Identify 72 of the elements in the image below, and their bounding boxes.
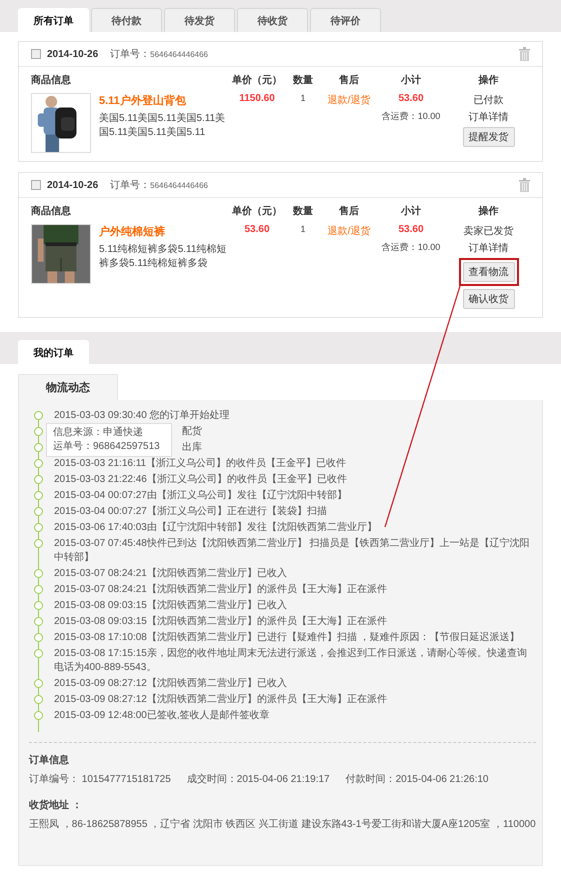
checkbox[interactable] — [31, 49, 41, 59]
column-header: 售后 — [338, 74, 360, 87]
product-description: 美国5.11美国5.11美国5.11美国5.11美国5.11美国5.11 — [99, 112, 226, 140]
page-tab[interactable]: 我的订单 — [18, 340, 89, 364]
order-status: 卖家已发货 — [464, 224, 514, 238]
tracking-event: 2015-03-04 00:07:27由【浙江义乌公司】发往【辽宁沈阳中转部】 — [54, 490, 347, 501]
order-tab[interactable]: 待收货 — [237, 8, 308, 32]
tracking-event: 2015-03-03 09:30:40 您的订单开始处理 — [54, 410, 230, 421]
column-header: 商品信息 — [31, 73, 72, 87]
column-header: 商品信息 — [31, 204, 72, 218]
tracking-event: 2015-03-07 07:45:48快件已到达【沈阳铁西第二营业厅】 扫描员是【铁西第二营业厅】上一站是【辽宁沈阳中转部】 — [54, 538, 530, 563]
order-tab[interactable]: 所有订单 — [18, 8, 89, 32]
shipping-fee: 含运费：10.00 — [382, 241, 440, 254]
section-title: 订单信息 — [29, 754, 70, 767]
order-detail-link[interactable]: 订单详情 — [468, 241, 508, 255]
tracking-event: 2015-03-08 09:03:15【沈阳铁西第二营业厅】的派件员【王大海】正在派件 — [54, 616, 387, 627]
column-header: 数量 — [292, 74, 314, 87]
column-header: 数量 — [292, 204, 314, 218]
tracking-event: 2015-03-07 08:24:21【沈阳铁西第二营业厅】的派件员【王大海】正在派件 — [54, 584, 387, 595]
unit-price: 53.60 — [243, 224, 271, 235]
waybill-number: 运单号：968642597513 — [53, 440, 161, 454]
tracking-event: 配货 — [182, 426, 202, 437]
order-status: 已付款 — [474, 94, 504, 107]
trash-icon[interactable] — [519, 178, 530, 192]
column-header: 售后 — [338, 204, 360, 218]
tracking-event: 出库 — [182, 442, 202, 453]
order-number: 5646464446466 — [150, 50, 208, 58]
quantity: 1 — [299, 224, 306, 234]
quantity: 1 — [299, 93, 306, 103]
tracking-event: 2015-03-08 17:10:08【沈阳铁西第二营业厅】已进行【疑难件】扫描 ，疑难件原因：【节假日延迟派送】 — [54, 632, 520, 643]
order-date: 2014-10-26 — [47, 48, 98, 60]
tracking-event: 2015-03-06 17:40:03由【辽宁沈阳中转部】发往【沈阳铁西第二营业厅】 — [54, 522, 377, 533]
column-header: 操作 — [477, 74, 500, 87]
tracking-event: 2015-03-09 08:27:12【沈阳铁西第二营业厅】已收入 — [54, 678, 287, 689]
subtotal: 53.60 — [398, 93, 424, 104]
tracking-event: 2015-03-08 17:15:15亲，因您的收件地址周末无法进行派送，会推迟到工作日派送，请耐心等候。快递查询电话为400-889-5543。 — [54, 648, 527, 673]
action-button[interactable]: 提醒发货 — [462, 127, 514, 147]
tracking-event: 2015-03-03 21:22:46【浙江义乌公司】的收件员【王金平】已收件 — [54, 474, 347, 485]
trash-icon[interactable] — [519, 47, 530, 61]
order-number: 5646464446466 — [150, 180, 208, 190]
tracking-event: 2015-03-03 21:16:11【浙江义乌公司】的收件员【王金平】已收件 — [54, 458, 346, 469]
column-header: 操作 — [477, 204, 500, 218]
order-info-field: 订单编号： 1015477715181725 — [29, 772, 171, 786]
column-header: 小计 — [400, 204, 422, 218]
order-detail-link[interactable]: 订单详情 — [468, 110, 508, 124]
tracking-event: 2015-03-08 09:03:15【沈阳铁西第二营业厅】已收入 — [54, 600, 287, 611]
logistics-tab[interactable]: 物流动态 — [18, 374, 118, 400]
action-button[interactable]: 查看物流 — [462, 262, 514, 282]
column-header: 单价（元） — [231, 204, 283, 218]
order-number-label: 订单号： — [110, 48, 150, 61]
section-title: 收货地址 ： — [29, 798, 83, 812]
order-info-field: 付款时间：2015-04-06 21:26:10 — [346, 772, 488, 786]
order-date: 2014-10-26 — [47, 180, 98, 190]
tracking-event: 2015-03-09 08:27:12【沈阳铁西第二营业厅】的派件员【王大海】正在派件 — [54, 694, 387, 705]
product-description: 5.11纯棉短裤多袋5.11纯棉短裤多袋5.11纯棉短裤多袋 — [99, 243, 228, 271]
tracking-event: 2015-03-09 12:48:00已签收,签收人是邮件签收章 — [54, 710, 270, 721]
tracking-event: 2015-03-04 00:07:27【浙江义乌公司】正在进行【装袋】扫描 — [54, 506, 327, 517]
shipping-address: 王熙凤 ，86-18625878955 ，辽宁省 沈阳市 铁西区 兴工街道 建设东路43-1号爱工街和谐大厦A座1205室 ，110000 — [29, 818, 536, 831]
checkbox[interactable] — [31, 180, 41, 190]
order-tab[interactable]: 待发货 — [164, 8, 235, 32]
column-header: 单价（元） — [231, 74, 283, 87]
order-number-label: 订单号： — [110, 178, 150, 192]
order-tab[interactable]: 待付款 — [91, 8, 162, 32]
column-header: 小计 — [400, 74, 422, 87]
tracking-event: 2015-03-07 08:24:21【沈阳铁西第二营业厅】已收入 — [54, 568, 287, 579]
subtotal: 53.60 — [398, 224, 424, 235]
unit-price: 1150.60 — [238, 93, 276, 104]
info-source: 信息来源：申通快递 — [53, 426, 144, 440]
order-info-field: 成交时间：2015-04-06 21:19:17 — [186, 772, 330, 786]
order-tab[interactable]: 待评价 — [310, 8, 381, 32]
shipping-fee: 含运费：10.00 — [382, 110, 440, 123]
action-button[interactable]: 确认收货 — [462, 289, 514, 309]
